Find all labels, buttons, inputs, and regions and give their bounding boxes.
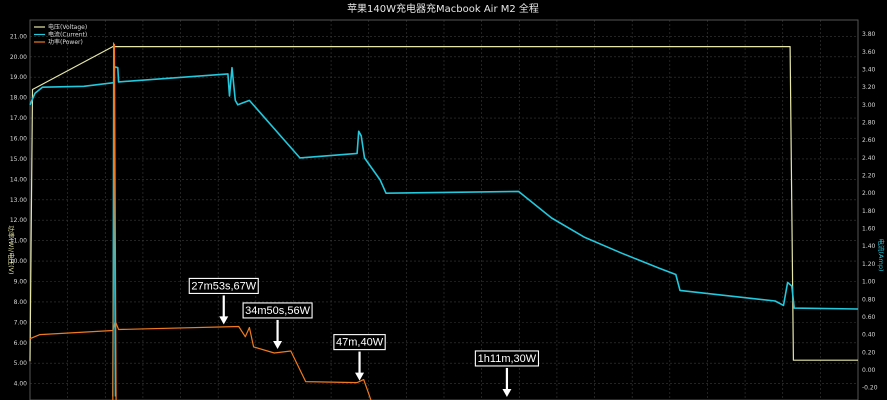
- right-tick-label: 3.20: [862, 84, 876, 91]
- legend: 电压(Voltage)电流(Current)功率(Power): [34, 23, 87, 46]
- left-axis-ticks: 21.00 20.00 19.00 18.00 17.00 16.00 15.00 14.00…: [10, 33, 27, 387]
- right-tick-label: 1.20: [862, 261, 876, 268]
- right-tick-label: 2.60: [862, 137, 876, 144]
- chart-grid: [30, 20, 858, 400]
- left-tick-label: 7.00: [14, 319, 28, 326]
- right-tick-label: 1.00: [862, 279, 876, 286]
- left-tick-label: 4.00: [14, 381, 28, 388]
- annotation-arrow-head: [502, 388, 512, 397]
- right-tick-label: 0.80: [862, 296, 876, 303]
- left-tick-label: 9.00: [14, 279, 28, 286]
- annotation-label: 27m53s,67W: [191, 280, 256, 292]
- right-tick-label: 2.40: [862, 155, 876, 162]
- left-tick-label: 20.00: [10, 54, 27, 61]
- left-tick-label: 8.00: [14, 299, 28, 306]
- left-tick-label: 19.00: [10, 74, 27, 81]
- annotation-label: 1h11m,30W: [478, 353, 537, 365]
- series-line-power: [29, 320, 372, 400]
- left-tick-label: 17.00: [10, 115, 27, 122]
- right-tick-label: 0.00: [862, 367, 876, 374]
- legend-label: 电压(Voltage): [48, 23, 87, 31]
- annotation-label: 47m,40W: [336, 337, 384, 349]
- right-tick-label: 3.60: [862, 49, 876, 56]
- right-axis-ticks: 3.80 3.60 3.40 3.20 3.00 2.80 2.60 2.40 2.20 2.00…: [862, 31, 878, 391]
- left-tick-label: 13.00: [10, 197, 27, 204]
- annotation-arrow-head: [219, 316, 229, 325]
- right-tick-label: 3.40: [862, 66, 876, 73]
- right-tick-label: 0.60: [862, 314, 876, 321]
- left-tick-label: 15.00: [10, 156, 27, 163]
- right-tick-label: 1.40: [862, 243, 876, 250]
- left-tick-label: 12.00: [10, 217, 27, 224]
- right-tick-label: 0.20: [862, 349, 876, 356]
- left-tick-label: 6.00: [14, 340, 28, 347]
- right-tick-label: 0.40: [862, 332, 876, 339]
- chart-title: 苹果140W充电器充Macbook Air M2 全程: [347, 2, 539, 15]
- legend-label: 功率(Power): [48, 38, 83, 46]
- left-tick-label: 16.00: [10, 135, 27, 142]
- right-tick-label: 2.80: [862, 120, 876, 127]
- right-tick-label: -0.20: [862, 385, 878, 392]
- annotation-label: 34m50s,56W: [245, 305, 310, 317]
- annotation-arrow-head: [273, 340, 283, 349]
- right-axis-label: 电流(Amp): [877, 239, 886, 272]
- chart-svg: 苹果140W充电器充Macbook Air M2 全程 21.00 20.00 19…: [0, 0, 887, 400]
- right-tick-label: 2.00: [862, 190, 876, 197]
- right-tick-label: 3.80: [862, 31, 876, 38]
- left-tick-label: 21.00: [10, 33, 27, 40]
- left-tick-label: 5.00: [14, 360, 28, 367]
- right-tick-label: 1.80: [862, 208, 876, 215]
- legend-label: 电流(Current): [48, 31, 87, 39]
- right-tick-label: 2.20: [862, 173, 876, 180]
- left-tick-label: 14.00: [10, 176, 27, 183]
- right-tick-label: 1.60: [862, 226, 876, 233]
- right-tick-label: 3.00: [862, 102, 876, 109]
- left-axis-label: 功率(W)/电压(V): [7, 225, 16, 274]
- left-tick-label: 18.00: [10, 95, 27, 102]
